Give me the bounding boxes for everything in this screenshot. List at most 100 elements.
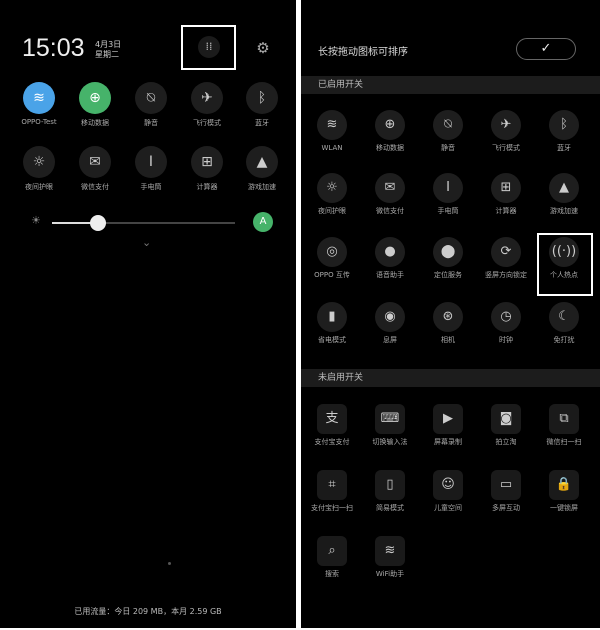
tile-wifi[interactable]: ≋ WLAN: [303, 110, 361, 153]
tile-label: 屏幕录制: [434, 438, 462, 446]
tile-label: WLAN: [321, 144, 343, 152]
rocket-icon: ▲: [549, 173, 579, 203]
tile-scan[interactable]: ⧉ 微信扫一扫: [535, 404, 593, 447]
confirm-button[interactable]: ✓: [516, 38, 576, 60]
tile-globe[interactable]: ⊕ 移动数据: [361, 110, 419, 153]
child-icon: ☺: [433, 470, 463, 500]
page-dot: [168, 562, 171, 565]
tile-wechat-pay[interactable]: ✉ 微信支付: [361, 173, 419, 216]
enabled-section-header: 已启用开关: [301, 76, 600, 94]
edit-tiles-button[interactable]: ⁞⁞: [181, 25, 236, 70]
tile-calculator[interactable]: ⊞ 计算器: [177, 146, 237, 192]
tile-mute[interactable]: ⍉ 静音: [121, 82, 181, 128]
wifi-icon: ≋: [375, 536, 405, 566]
data-usage-text: 已用流量：今日 209 MB，本月 2.59 GB: [74, 607, 222, 616]
tile-mic[interactable]: ● 语音助手: [361, 237, 419, 280]
auto-brightness-toggle[interactable]: A: [253, 212, 273, 232]
tile-label: WiFi助手: [375, 570, 405, 578]
tile-moon[interactable]: ☾ 免打扰: [535, 302, 593, 345]
tile-scan[interactable]: ⌗ 支付宝扫一扫: [303, 470, 361, 513]
gear-icon[interactable]: ⚙: [252, 37, 274, 59]
camera-icon: ⊛: [433, 302, 463, 332]
tile-clock[interactable]: ◷ 时钟: [477, 302, 535, 345]
tile-rocket[interactable]: ▲ 游戏加速: [232, 146, 292, 192]
eye-icon: ☼: [23, 146, 55, 178]
tile-cast[interactable]: ▭ 多屏互动: [477, 470, 535, 513]
brightness-thumb[interactable]: [89, 215, 106, 231]
tile-label: 飞行模式: [492, 144, 520, 152]
tile-label: 蓝牙: [255, 119, 269, 127]
tile-label: 飞行模式: [193, 119, 221, 127]
calculator-icon: ⊞: [191, 146, 223, 178]
tile-label: 计算器: [495, 207, 517, 215]
tile-simple-mode[interactable]: ▯ 简易模式: [361, 470, 419, 513]
tile-label: 语音助手: [376, 271, 404, 279]
tile-label: 支付宝扫一扫: [311, 504, 353, 512]
tile-mute[interactable]: ⍉ 静音: [419, 110, 477, 153]
tile-rotation-lock[interactable]: ⟳ 竖屏方向锁定: [477, 237, 535, 280]
tile-label: 竖屏方向锁定: [485, 271, 527, 279]
tile-flashlight[interactable]: Ⅰ 手电筒: [121, 146, 181, 192]
disabled-section-header: 未启用开关: [301, 369, 600, 387]
chevron-down-icon[interactable]: ⌄: [142, 236, 151, 249]
tile-label: 支付宝支付: [314, 438, 350, 446]
moon-icon: ☾: [549, 302, 579, 332]
tile-lock[interactable]: 🔒 一键锁屏: [535, 470, 593, 513]
notification-shade: 15:03 4月3日 星期二 ⁞⁞ ⚙ ≋ OPPO-Test ⊕ 移动数据 ⍉ 静音 ✈ 飞…: [0, 0, 296, 628]
mic-icon: ●: [375, 237, 405, 267]
tile-flashlight[interactable]: Ⅰ 手电筒: [419, 173, 477, 216]
tile-bluetooth[interactable]: ᛒ 蓝牙: [535, 110, 593, 153]
tile-editor: 长按拖动图标可排序 ✓ 已启用开关 ≋ WLAN ⊕ 移动数据 ⍉ 静音 ✈ 飞行模式 ᛒ 蓝牙 ☼…: [301, 0, 600, 628]
tile-eye[interactable]: ☼ 夜间护眼: [303, 173, 361, 216]
tile-label: 一键锁屏: [550, 504, 578, 512]
tile-label: 简易模式: [376, 504, 404, 512]
tile-wifi[interactable]: ≋ OPPO-Test: [9, 82, 69, 126]
clock-icon: ◷: [491, 302, 521, 332]
tile-airplane[interactable]: ✈ 飞行模式: [477, 110, 535, 153]
alipay-icon: 支: [317, 404, 347, 434]
brightness-icon: ☀: [31, 214, 41, 227]
tile-wifi[interactable]: ≋ WiFi助手: [361, 536, 419, 579]
hotspot-highlight: [537, 233, 593, 296]
tile-screen-off[interactable]: ◉ 息屏: [361, 302, 419, 345]
wifi-icon: ≋: [317, 110, 347, 140]
tile-camera[interactable]: ⊛ 相机: [419, 302, 477, 345]
tile-search[interactable]: ⌕ 搜索: [303, 536, 361, 579]
tile-keyboard[interactable]: ⌨ 切换输入法: [361, 404, 419, 447]
tile-rocket[interactable]: ▲ 游戏加速: [535, 173, 593, 216]
tile-eye[interactable]: ☼ 夜间护眼: [9, 146, 69, 192]
brightness-slider[interactable]: [52, 215, 235, 231]
tile-label: 手电筒: [437, 207, 459, 215]
camera-icon: ◙: [491, 404, 521, 434]
tile-child[interactable]: ☺ 儿童空间: [419, 470, 477, 513]
tile-globe[interactable]: ⊕ 移动数据: [65, 82, 125, 128]
tile-alipay[interactable]: 支支付宝支付: [303, 404, 361, 447]
tile-label: 省电模式: [318, 336, 346, 344]
tile-label: 儿童空间: [434, 504, 462, 512]
tile-label: 微信扫一扫: [546, 438, 582, 446]
tile-label: 手电筒: [140, 183, 162, 191]
tile-label: 静音: [441, 144, 455, 152]
tile-battery[interactable]: ▮ 省电模式: [303, 302, 361, 345]
globe-icon: ⊕: [375, 110, 405, 140]
tile-camera[interactable]: ◙ 拍立淘: [477, 404, 535, 447]
bluetooth-icon: ᛒ: [549, 110, 579, 140]
battery-icon: ▮: [317, 302, 347, 332]
tile-share[interactable]: ◎ OPPO 互传: [303, 237, 361, 280]
bluetooth-icon: ᛒ: [246, 82, 278, 114]
tile-label: 多屏互动: [492, 504, 520, 512]
tile-label: 免打扰: [553, 336, 575, 344]
simple-mode-icon: ▯: [375, 470, 405, 500]
tile-wechat-pay[interactable]: ✉ 微信支付: [65, 146, 125, 192]
tile-label: 静音: [144, 119, 158, 127]
tile-calculator[interactable]: ⊞ 计算器: [477, 173, 535, 216]
tile-bluetooth[interactable]: ᛒ 蓝牙: [232, 82, 292, 128]
tile-label: 拍立淘: [495, 438, 517, 446]
screen-off-icon: ◉: [375, 302, 405, 332]
tile-location[interactable]: ⬤ 定位服务: [419, 237, 477, 280]
date-weekday: 星期二: [95, 50, 119, 59]
tile-screen-record[interactable]: ▶ 屏幕录制: [419, 404, 477, 447]
cast-icon: ▭: [491, 470, 521, 500]
tile-label: 计算器: [196, 183, 218, 191]
tile-airplane[interactable]: ✈ 飞行模式: [177, 82, 237, 128]
